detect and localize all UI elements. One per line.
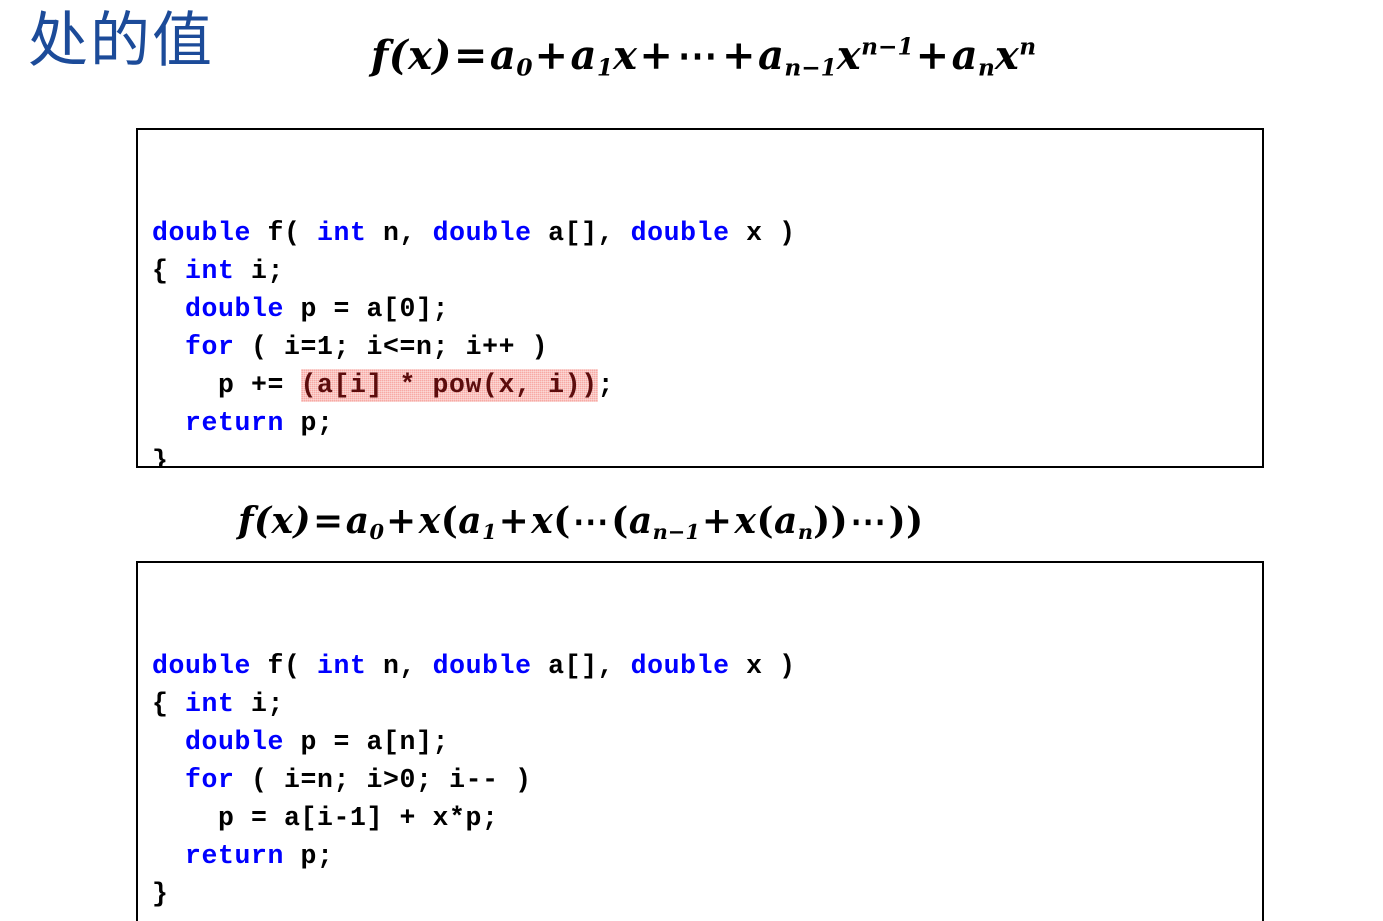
code-text: ; bbox=[597, 370, 615, 400]
code-keyword: int bbox=[185, 689, 235, 719]
horner-open-2: ( bbox=[553, 500, 571, 542]
formula-term-an: anxn bbox=[951, 32, 1037, 82]
code-keyword: double bbox=[432, 218, 532, 248]
horner-ellipsis-1: ⋯ bbox=[572, 500, 610, 542]
formula-horner: f(x)=a0+x(a1+x(⋯(an−1+x(an))⋯)) bbox=[238, 500, 924, 544]
formula-plus-4: + bbox=[915, 32, 950, 79]
code-keyword: double bbox=[630, 651, 730, 681]
formula-equals: = bbox=[453, 32, 488, 79]
code-text: } bbox=[152, 446, 169, 468]
horner-equals: = bbox=[313, 500, 344, 542]
code-text: p; bbox=[284, 841, 334, 871]
horner-plus-1: + bbox=[386, 500, 417, 542]
formula-naive-polynomial: f(x)=a0+a1x+ ⋯ +an−1xn−1+anxn bbox=[371, 32, 1036, 81]
horner-open-4: ( bbox=[756, 500, 775, 542]
horner-open-3: ( bbox=[611, 500, 629, 542]
horner-plus-3: + bbox=[701, 500, 733, 542]
code-keyword: int bbox=[317, 218, 367, 248]
code-line: for ( i=n; i>0; i-- ) bbox=[152, 761, 1262, 799]
code-text: x ) bbox=[729, 651, 796, 681]
code-lines-horner: double f( int n, double a[], double x ){… bbox=[152, 647, 1262, 913]
code-text: f( bbox=[251, 651, 318, 681]
code-line: double p = a[n]; bbox=[152, 723, 1262, 761]
code-keyword: for bbox=[185, 765, 235, 795]
code-line: { int i; bbox=[152, 685, 1262, 723]
code-text: } bbox=[152, 879, 169, 909]
code-line: double f( int n, double a[], double x ) bbox=[152, 214, 1262, 252]
formula-lhs: f(x) bbox=[371, 32, 452, 79]
code-keyword: double bbox=[185, 727, 285, 757]
horner-close-2: )) bbox=[888, 500, 924, 542]
code-line: return p; bbox=[152, 837, 1262, 875]
code-line: double p = a[0]; bbox=[152, 290, 1262, 328]
code-text: p; bbox=[284, 408, 334, 438]
code-keyword: double bbox=[152, 651, 252, 681]
horner-term-an: an bbox=[774, 500, 814, 544]
code-keyword: return bbox=[185, 408, 285, 438]
horner-ellipsis-2: ⋯ bbox=[850, 500, 887, 542]
code-text: i; bbox=[234, 689, 285, 719]
code-text: a[], bbox=[531, 651, 631, 681]
code-text: p = a[n]; bbox=[284, 727, 450, 757]
formula-term-a0: a0 bbox=[489, 32, 533, 82]
code-text: p = a[i-1] + x*p; bbox=[152, 803, 499, 833]
code-line: p = a[i-1] + x*p; bbox=[152, 799, 1262, 837]
horner-open-1: ( bbox=[440, 500, 459, 542]
code-text: x ) bbox=[729, 218, 796, 248]
code-text: { bbox=[152, 256, 186, 286]
formula-plus-1: + bbox=[534, 32, 569, 79]
highlighted-expression: (a[i] * pow(x, i)) bbox=[300, 370, 598, 400]
formula-term-a1x: a1x bbox=[570, 32, 638, 82]
code-keyword: return bbox=[185, 841, 285, 871]
code-line: return p; bbox=[152, 404, 1262, 442]
code-keyword: int bbox=[185, 256, 235, 286]
code-text: p += bbox=[152, 370, 301, 400]
horner-x-1: x bbox=[418, 500, 441, 542]
code-block-naive: double f( int n, double a[], double x ){… bbox=[136, 128, 1264, 468]
horner-lhs: f(x) bbox=[238, 500, 312, 542]
code-line: p += (a[i] * pow(x, i)); bbox=[152, 366, 1262, 404]
code-text: n, bbox=[366, 218, 433, 248]
page-title: 处的值 bbox=[28, 6, 214, 76]
code-lines-naive: double f( int n, double a[], double x ){… bbox=[152, 214, 1262, 468]
code-keyword: double bbox=[152, 218, 252, 248]
code-keyword: double bbox=[432, 651, 532, 681]
code-keyword: double bbox=[185, 294, 285, 324]
horner-term-a1: a1 bbox=[458, 500, 497, 544]
horner-close-1: )) bbox=[813, 500, 849, 542]
code-line: { int i; bbox=[152, 252, 1262, 290]
code-keyword: for bbox=[185, 332, 235, 362]
code-text: f( bbox=[251, 218, 318, 248]
horner-x-3: x bbox=[734, 500, 757, 542]
code-text: { bbox=[152, 689, 186, 719]
horner-plus-2: + bbox=[498, 500, 530, 542]
code-line: for ( i=1; i<=n; i++ ) bbox=[152, 328, 1262, 366]
code-text: a[], bbox=[531, 218, 631, 248]
code-text: ( i=1; i<=n; i++ ) bbox=[234, 332, 549, 362]
formula-plus-2: + bbox=[639, 32, 674, 79]
code-text: n, bbox=[366, 651, 433, 681]
code-text: i; bbox=[234, 256, 285, 286]
horner-term-a0: a0 bbox=[345, 500, 385, 544]
horner-term-an1: an−1 bbox=[628, 500, 700, 544]
horner-x-2: x bbox=[531, 500, 554, 542]
code-keyword: double bbox=[630, 218, 730, 248]
code-line: } bbox=[152, 442, 1262, 468]
formula-term-an1: an−1xn−1 bbox=[757, 32, 914, 82]
code-line: double f( int n, double a[], double x ) bbox=[152, 647, 1262, 685]
formula-ellipsis: ⋯ bbox=[677, 32, 718, 79]
formula-plus-3: + bbox=[721, 32, 756, 79]
code-keyword: int bbox=[317, 651, 367, 681]
code-text: ( i=n; i>0; i-- ) bbox=[234, 765, 532, 795]
code-text: p = a[0]; bbox=[284, 294, 450, 324]
code-block-horner: double f( int n, double a[], double x ){… bbox=[136, 561, 1264, 921]
code-line: } bbox=[152, 875, 1262, 913]
